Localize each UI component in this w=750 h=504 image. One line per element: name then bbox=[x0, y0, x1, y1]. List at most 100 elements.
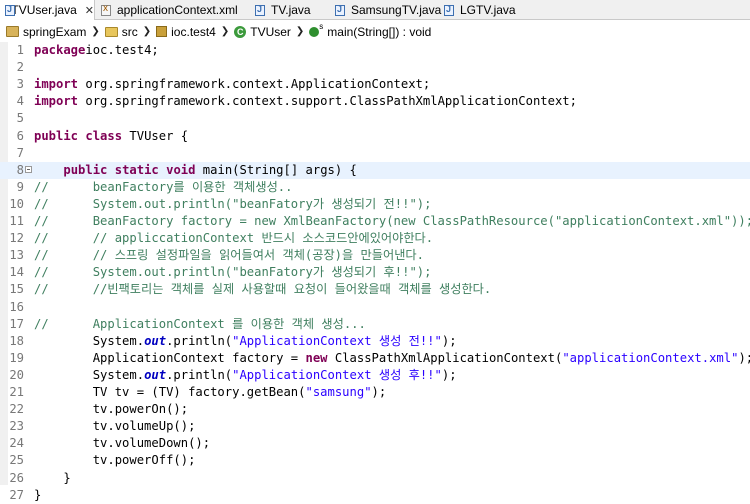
line-number: 5 bbox=[16, 111, 24, 126]
line-number: 27 bbox=[9, 487, 24, 502]
code-token: tv.powerOff(); bbox=[34, 453, 196, 468]
code-token: // System.out.println("beanFatory가 생성되기 … bbox=[34, 265, 432, 280]
code-line[interactable]: 1 packageioc.test4; bbox=[0, 42, 750, 59]
breadcrumb-label: TVUser bbox=[250, 24, 291, 39]
code-line[interactable]: 9 // beanFactory를 이용한 객체생성.. bbox=[0, 179, 750, 196]
code-token: public bbox=[63, 162, 108, 177]
line-number: 6 bbox=[16, 128, 24, 143]
class-icon: C bbox=[234, 25, 247, 38]
code-token: // beanFactory를 이용한 객체생성.. bbox=[34, 179, 293, 194]
code-token: main(String[] args) { bbox=[195, 162, 357, 177]
fold-collapse-icon[interactable] bbox=[25, 165, 32, 173]
code-line[interactable]: 3 import org.springframework.context.Appl… bbox=[0, 76, 750, 93]
line-number: 4 bbox=[16, 94, 24, 109]
line-number: 21 bbox=[9, 385, 24, 399]
line-number: 8 bbox=[16, 162, 24, 177]
code-token: System. bbox=[34, 333, 145, 348]
line-number: 1 bbox=[16, 43, 24, 57]
code-line[interactable]: 7 bbox=[0, 145, 750, 162]
code-token: void bbox=[166, 162, 196, 177]
code-line[interactable]: 6 public class TVUser { bbox=[0, 128, 750, 145]
code-line[interactable]: 15 // //빈팩토리는 객체를 실제 사용할때 요청이 들어왔을때 객체를 생… bbox=[0, 281, 750, 298]
code-text: // System.out.println("beanFatory가 생성되기 … bbox=[34, 196, 431, 213]
code-line[interactable]: 8 public static void main(String[] args)… bbox=[0, 161, 750, 179]
code-text: TV tv = (TV) factory.getBean("samsung"); bbox=[34, 384, 387, 401]
chevron-right-icon: ❯ bbox=[295, 26, 305, 37]
chevron-right-icon: ❯ bbox=[220, 26, 230, 37]
breadcrumb-project[interactable]: springExam bbox=[6, 25, 86, 39]
code-token: import bbox=[34, 77, 79, 92]
code-token: class bbox=[85, 128, 123, 143]
java-file-icon bbox=[334, 4, 347, 17]
code-text: tv.powerOff(); bbox=[34, 452, 196, 469]
breadcrumb-method[interactable]: main(String[]) : void bbox=[309, 22, 432, 39]
close-icon[interactable]: ✕ bbox=[85, 4, 94, 17]
breadcrumb-label: src bbox=[121, 24, 138, 39]
code-text: // // appliccationContext 반드시 소스코드안에있어야한… bbox=[34, 230, 433, 247]
code-line[interactable]: 5 bbox=[0, 110, 750, 127]
breadcrumb-label: ioc.test4 bbox=[171, 24, 216, 39]
breadcrumb-class[interactable]: C TVUser bbox=[234, 25, 291, 39]
code-text: // beanFactory를 이용한 객체생성.. bbox=[34, 179, 292, 196]
tab-tv-java[interactable]: TV.java bbox=[254, 0, 311, 20]
code-token: out bbox=[144, 367, 167, 382]
code-token: } bbox=[34, 487, 42, 502]
code-token: // ApplicationContext 를 이용한 객체 생성... bbox=[34, 316, 366, 331]
breadcrumb-src[interactable]: src bbox=[104, 24, 138, 39]
code-line[interactable]: 26 } bbox=[0, 470, 750, 487]
code-line[interactable]: 13 // // 스프링 설정파일을 읽어들여서 객체(공장)을 만들어낸다. bbox=[0, 247, 750, 264]
code-token: .println( bbox=[166, 367, 233, 382]
code-line[interactable]: 24 tv.volumeDown(); bbox=[0, 435, 750, 452]
line-number: 11 bbox=[9, 214, 24, 228]
code-token: ioc.test4; bbox=[85, 43, 159, 57]
code-text: // System.out.println("beanFatory가 생성되기 … bbox=[34, 264, 431, 281]
line-number: 3 bbox=[16, 77, 24, 92]
code-line[interactable]: 11 // BeanFactory factory = new XmlBeanFa… bbox=[0, 213, 750, 230]
xml-file-icon bbox=[100, 3, 113, 17]
code-text: // ApplicationContext 를 이용한 객체 생성... bbox=[34, 316, 366, 333]
tab-label: TVUser.java bbox=[11, 3, 77, 17]
code-text: } bbox=[34, 487, 41, 504]
line-number: 13 bbox=[9, 248, 24, 263]
tab-tvuser-java[interactable]: TVUser.java ✕ bbox=[0, 0, 95, 20]
code-token: // //빈팩토리는 객체를 실제 사용할때 요청이 들어왔을때 객체를 생성한… bbox=[34, 282, 492, 297]
breadcrumb-label: main(String[]) : void bbox=[327, 24, 432, 39]
code-line[interactable]: 4 import org.springframework.context.supp… bbox=[0, 93, 750, 110]
code-editor[interactable]: 1 packageioc.test4; 2 3 import org.springfra… bbox=[0, 42, 750, 502]
line-number: 12 bbox=[9, 231, 24, 246]
code-text: // // 스프링 설정파일을 읽어들여서 객체(공장)을 만들어낸다. bbox=[34, 247, 424, 264]
code-line[interactable]: 18 System.out.println("ApplicationContex… bbox=[0, 333, 750, 350]
code-line[interactable]: 16 bbox=[0, 299, 750, 316]
code-line[interactable]: 10 // System.out.println("beanFatory가 생성되… bbox=[0, 196, 750, 213]
code-line[interactable]: 17 // ApplicationContext 를 이용한 객체 생성... bbox=[0, 316, 750, 333]
code-token: // // 스프링 설정파일을 읽어들여서 객체(공장)을 만들어낸다. bbox=[34, 248, 424, 263]
chevron-right-icon: ❯ bbox=[142, 26, 152, 37]
code-line[interactable]: 19 ApplicationContext factory = new Clas… bbox=[0, 350, 750, 367]
tab-applicationcontext-xml[interactable]: applicationContext.xml bbox=[100, 0, 238, 20]
line-number: 14 bbox=[9, 265, 24, 280]
code-line[interactable]: 14 // System.out.println("beanFatory가 생성되… bbox=[0, 264, 750, 281]
code-token: // BeanFactory factory = new XmlBeanFact… bbox=[34, 214, 750, 228]
code-line[interactable]: 22 tv.powerOn(); bbox=[0, 401, 750, 418]
tab-samsungtv-java[interactable]: SamsungTV.java bbox=[334, 0, 441, 20]
code-text: System.out.println("ApplicationContext 생… bbox=[34, 367, 457, 384]
code-line[interactable]: 2 bbox=[0, 59, 750, 76]
code-line[interactable]: 27} bbox=[0, 487, 750, 504]
chevron-right-icon: ❯ bbox=[91, 26, 100, 37]
line-number: 23 bbox=[9, 419, 24, 434]
breadcrumb-package[interactable]: ioc.test4 bbox=[156, 25, 216, 39]
code-token: "samsung" bbox=[305, 385, 372, 399]
code-text: public static void main(String[] args) { bbox=[34, 162, 357, 179]
breadcrumb-label: springExam bbox=[23, 24, 87, 39]
tab-label: LGTV.java bbox=[460, 3, 516, 17]
code-line[interactable]: 12 // // appliccationContext 반드시 소스코드안에있어… bbox=[0, 230, 750, 247]
tab-lgtv-java[interactable]: LGTV.java bbox=[443, 0, 516, 20]
code-line[interactable]: 25 tv.powerOff(); bbox=[0, 452, 750, 469]
line-number: 10 bbox=[9, 196, 24, 211]
code-token: } bbox=[34, 470, 71, 485]
code-text: // BeanFactory factory = new XmlBeanFact… bbox=[34, 213, 750, 230]
code-line[interactable]: 21 TV tv = (TV) factory.getBean("samsung… bbox=[0, 384, 750, 401]
code-line[interactable]: 20 System.out.println("ApplicationContex… bbox=[0, 367, 750, 384]
code-line[interactable]: 23 tv.volumeUp(); bbox=[0, 418, 750, 435]
